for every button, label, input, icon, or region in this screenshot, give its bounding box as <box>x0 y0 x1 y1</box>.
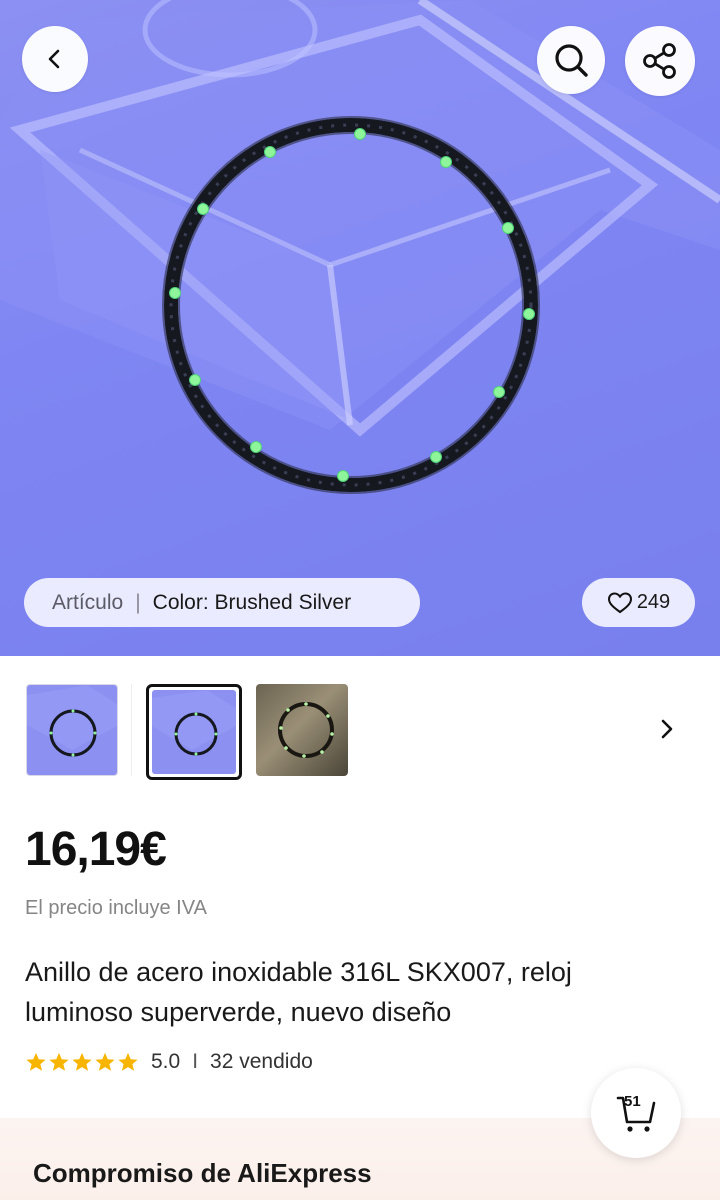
star-icon <box>118 1052 138 1071</box>
star-icon <box>72 1052 92 1071</box>
thumbnail-1[interactable] <box>26 684 118 776</box>
heart-icon <box>607 591 632 613</box>
thumbnail-3[interactable] <box>256 684 348 776</box>
variant-separator: | <box>135 590 141 614</box>
product-image-gallery[interactable]: Artículo | Color: Brushed Silver 249 <box>0 0 720 656</box>
thumbnail-2-selected[interactable] <box>146 684 242 780</box>
sold-count: 32 vendido <box>210 1050 313 1073</box>
search-button[interactable] <box>537 26 605 94</box>
rating-separator: I <box>192 1050 199 1073</box>
thumbnail-image <box>152 690 236 756</box>
vat-note: El precio incluye IVA <box>25 897 207 919</box>
thumbnail-strip <box>0 656 720 796</box>
variant-value: Color: Brushed Silver <box>152 590 352 614</box>
share-button[interactable] <box>625 26 695 96</box>
cart-button[interactable]: 51 <box>591 1068 681 1158</box>
product-photo <box>0 0 720 494</box>
star-icon <box>49 1052 69 1071</box>
wishlist-button[interactable]: 249 <box>582 578 695 627</box>
commitment-title: Compromiso de AliExpress <box>33 1158 372 1188</box>
chevron-left-icon <box>48 49 60 69</box>
product-title[interactable]: Anillo de acero inoxidable 316L SKX007, … <box>25 952 685 1032</box>
star-icon <box>26 1052 46 1071</box>
star-icon <box>95 1052 115 1071</box>
search-icon <box>555 44 588 77</box>
thumbnail-divider <box>131 684 132 776</box>
wishlist-count: 249 <box>636 591 671 613</box>
variant-selector[interactable]: Artículo | Color: Brushed Silver <box>24 578 420 627</box>
thumbnails-next-button[interactable] <box>650 712 684 746</box>
rating-value: 5.0 <box>151 1050 181 1073</box>
share-icon <box>643 43 676 79</box>
chevron-right-icon <box>661 719 673 739</box>
product-price: 16,19€ <box>25 823 167 876</box>
rating-stars <box>25 1051 139 1073</box>
variant-label: Artículo <box>52 590 124 614</box>
thumbnail-image <box>27 685 117 757</box>
rating-row[interactable]: 5.0 I 32 vendido <box>25 1050 313 1074</box>
cart-count: 51 <box>624 1093 641 1110</box>
thumbnail-image <box>278 702 334 758</box>
back-button[interactable] <box>22 26 88 92</box>
